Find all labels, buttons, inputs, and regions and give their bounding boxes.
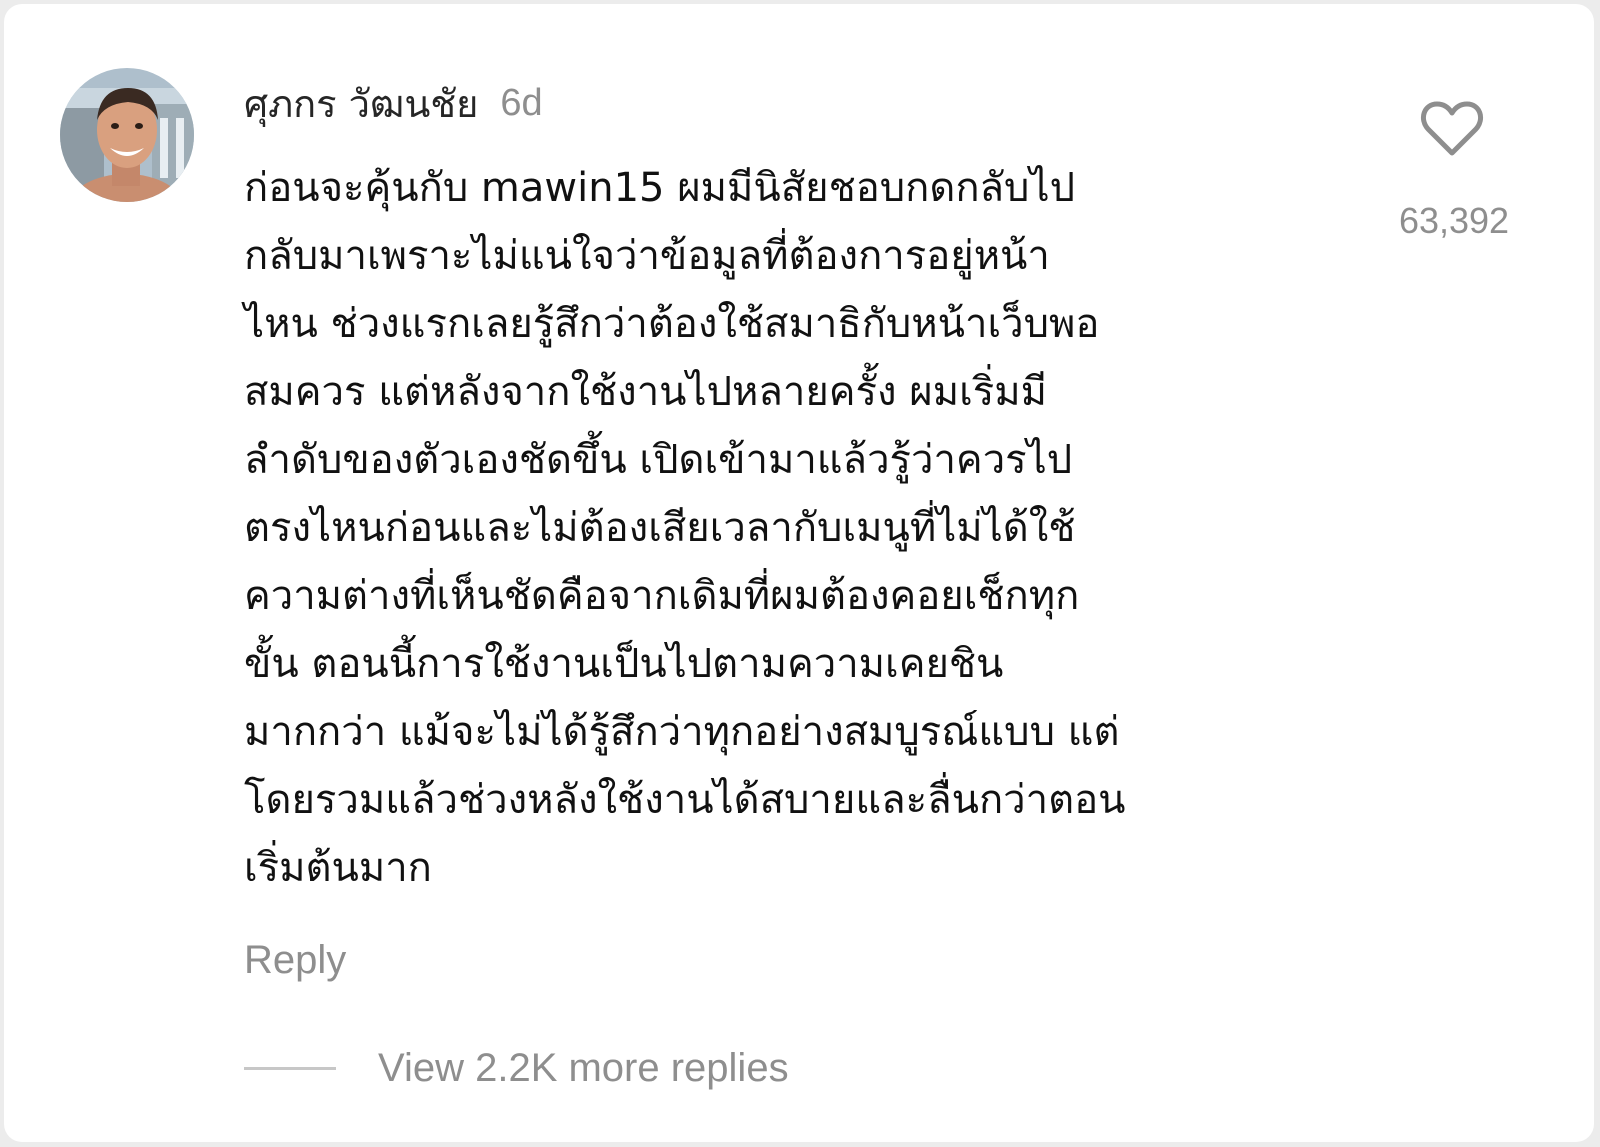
comment-line: มากกว่า แม้จะไม่ได้รู้สึกว่าทุกอย่างสมบู…: [244, 709, 1120, 755]
comment-line: โดยรวมแล้วช่วงหลังใช้งานได้สบายและลื่นกว…: [244, 777, 1126, 823]
comment-author[interactable]: ศุภกร วัฒนชัย: [244, 73, 478, 134]
like-button[interactable]: [1420, 100, 1484, 158]
comment-line: ก่อนจะคุ้นกับ mawin15 ผมมีนิสัยชอบกดกลับ…: [244, 165, 1075, 211]
reply-button[interactable]: Reply: [244, 938, 346, 983]
avatar-image: [60, 68, 194, 202]
comment-line: ขั้น ตอนนี้การใช้งานเป็นไปตามความเคยชิน: [244, 641, 1004, 687]
comment-text: ก่อนจะคุ้นกับ mawin15 ผมมีนิสัยชอบกดกลับ…: [244, 154, 1334, 902]
comment-card: ศุภกร วัฒนชัย 6d ก่อนจะคุ้นกับ mawin15 ผ…: [4, 4, 1594, 1142]
heart-outline-icon: [1420, 101, 1484, 156]
comment-line: ลำดับของตัวเองชัดขึ้น เปิดเข้ามาแล้วรู้ว…: [244, 437, 1073, 483]
comment-timestamp: 6d: [500, 81, 543, 124]
comment-line: กลับมาเพราะไม่แน่ใจว่าข้อมูลที่ต้องการอย…: [244, 233, 1050, 279]
comment-line: ไหน ช่วงแรกเลยรู้สึกว่าต้องใช้สมาธิกับหน…: [244, 301, 1100, 347]
divider-line: [244, 1066, 336, 1070]
view-replies-button[interactable]: View 2.2K more replies: [244, 1040, 789, 1096]
comment-line: สมควร แต่หลังจากใช้งานไปหลายครั้ง ผมเริ่…: [244, 369, 1047, 415]
view-replies-label: View 2.2K more replies: [378, 1045, 789, 1090]
comment-line: ตรงไหนก่อนและไม่ต้องเสียเวลากับเมนูที่ไม…: [244, 505, 1076, 551]
comment-line: เริ่มต้นมาก: [244, 845, 432, 891]
comment-header: ศุภกร วัฒนชัย 6d: [244, 76, 543, 130]
comment-line: ความต่างที่เห็นชัดคือจากเดิมที่ผมต้องคอย…: [244, 573, 1080, 619]
like-count: 63,392: [1398, 200, 1510, 241]
avatar[interactable]: [60, 68, 194, 202]
